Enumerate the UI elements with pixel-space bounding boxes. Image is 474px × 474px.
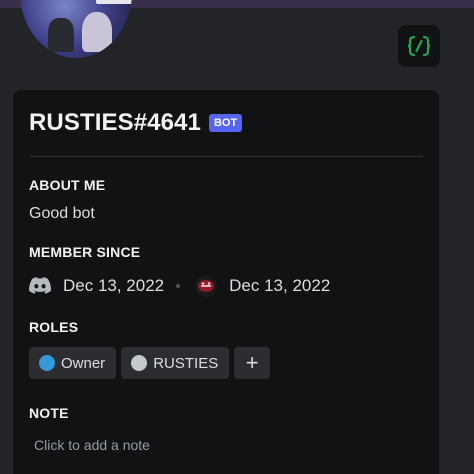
- username[interactable]: RUSTIES#4641: [29, 109, 201, 137]
- add-role-button[interactable]: +: [234, 347, 271, 379]
- roles-heading: ROLES: [29, 319, 79, 335]
- role-label: RUSTIES: [153, 354, 219, 372]
- about-me-heading: ABOUT ME: [29, 177, 106, 193]
- role-color-dot: [39, 355, 55, 371]
- separator-dot: [176, 284, 181, 288]
- discord-logo-icon[interactable]: [29, 277, 51, 295]
- member-since-heading: MEMBER SINCE: [29, 244, 141, 260]
- role-label: Owner: [61, 354, 106, 372]
- profile-card: RUSTIES#4641 BOT ABOUT ME Good bot MEMBE…: [13, 90, 439, 474]
- supports-slash-commands-icon: [407, 35, 431, 57]
- note-input[interactable]: Click to add a note: [34, 437, 423, 453]
- discord-member-since-date: Dec 13, 2022: [63, 276, 165, 295]
- bot-tag: BOT: [208, 114, 243, 132]
- supports-slash-commands-badge[interactable]: [398, 25, 440, 67]
- avatar[interactable]: [20, 0, 132, 58]
- role-owner[interactable]: Owner: [29, 347, 117, 379]
- role-rusties[interactable]: RUSTIES: [121, 347, 230, 379]
- divider: [29, 156, 423, 157]
- name-row: RUSTIES#4641 BOT: [29, 108, 423, 138]
- server-member-since-date: Dec 13, 2022: [229, 276, 331, 295]
- roles-list: Owner RUSTIES +: [29, 347, 423, 379]
- role-color-dot: [131, 355, 148, 371]
- note-heading: NOTE: [29, 405, 69, 421]
- server-icon[interactable]: [195, 275, 218, 297]
- member-since-row: Dec 13, 2022 Dec 13, 2022: [29, 275, 423, 297]
- about-me-text: Good bot: [29, 205, 95, 222]
